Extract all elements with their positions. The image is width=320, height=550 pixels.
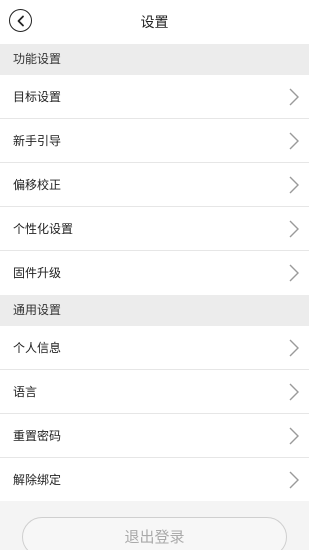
row-label: 个性化设置 <box>13 222 74 236</box>
row-label: 语言 <box>13 385 38 399</box>
row-label: 偏移校正 <box>13 178 62 192</box>
chevron-right-icon <box>289 132 299 150</box>
footer-area: 退出登录 <box>0 501 309 550</box>
settings-row-offset-calibration[interactable]: 偏移校正 <box>0 163 309 207</box>
settings-row-goal[interactable]: 目标设置 <box>0 75 309 119</box>
row-label: 解除绑定 <box>13 473 62 487</box>
row-label: 新手引导 <box>13 134 62 148</box>
settings-row-beginner-guide[interactable]: 新手引导 <box>0 119 309 163</box>
chevron-right-icon <box>289 427 299 445</box>
row-label: 个人信息 <box>13 341 62 355</box>
settings-row-reset-password[interactable]: 重置密码 <box>0 414 309 458</box>
chevron-right-icon <box>289 176 299 194</box>
chevron-right-icon <box>289 471 299 489</box>
row-label: 重置密码 <box>13 429 62 443</box>
logout-button[interactable]: 退出登录 <box>22 517 287 550</box>
chevron-right-icon <box>289 339 299 357</box>
section-header-feature-settings: 功能设置 <box>0 44 309 75</box>
header-bar: 设置 <box>0 0 309 44</box>
section-header-general-settings: 通用设置 <box>0 295 309 326</box>
row-label: 固件升级 <box>13 266 62 280</box>
chevron-right-icon <box>289 88 299 106</box>
settings-row-personalization[interactable]: 个性化设置 <box>0 207 309 251</box>
settings-row-firmware-upgrade[interactable]: 固件升级 <box>0 251 309 295</box>
settings-row-personal-info[interactable]: 个人信息 <box>0 326 309 370</box>
settings-row-language[interactable]: 语言 <box>0 370 309 414</box>
page-title: 设置 <box>140 15 169 31</box>
chevron-right-icon <box>289 383 299 401</box>
chevron-right-icon <box>289 264 299 282</box>
chevron-right-icon <box>289 220 299 238</box>
settings-row-unbind[interactable]: 解除绑定 <box>0 458 309 502</box>
row-label: 目标设置 <box>13 90 62 104</box>
